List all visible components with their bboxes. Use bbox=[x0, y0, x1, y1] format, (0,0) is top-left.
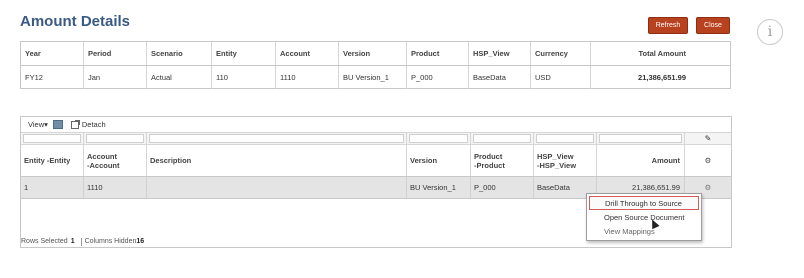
summary-col-account: Account bbox=[276, 42, 339, 65]
summary-col-period: Period bbox=[84, 42, 147, 65]
filter-hsp-view[interactable] bbox=[534, 133, 597, 144]
status-divider bbox=[80, 237, 82, 246]
summary-col-scenario: Scenario bbox=[147, 42, 212, 65]
col-entity[interactable]: Entity -Entity bbox=[21, 145, 84, 176]
summary-cell: P_000 bbox=[407, 66, 469, 89]
summary-col-total-amount: Total Amount bbox=[638, 49, 687, 58]
view-menu[interactable]: View▾ bbox=[28, 120, 48, 129]
summary-col-hsp-view: HSP_View bbox=[469, 42, 531, 65]
summary-cell: Jan bbox=[84, 66, 147, 89]
rows-selected-label: Rows Selected bbox=[21, 238, 68, 245]
summary-col-currency: Currency bbox=[531, 42, 591, 65]
summary-cell: Actual bbox=[147, 66, 212, 89]
close-button[interactable]: Close bbox=[696, 17, 730, 34]
col-account[interactable]: Account -Account bbox=[84, 145, 147, 176]
summary-col-version: Version bbox=[339, 42, 407, 65]
summary-total-amount: 21,386,651.99 bbox=[638, 73, 686, 82]
cell-description bbox=[147, 177, 407, 198]
summary-cell: FY12 bbox=[21, 66, 84, 89]
summary-table: Year Period Scenario Entity Account Vers… bbox=[20, 41, 731, 89]
view-label: View bbox=[28, 120, 45, 129]
summary-cell: USD bbox=[531, 66, 591, 89]
cell-account: 1110 bbox=[84, 177, 147, 198]
filter-amount[interactable] bbox=[597, 133, 685, 144]
summary-col-year: Year bbox=[21, 42, 84, 65]
cell-version: BU Version_1 bbox=[407, 177, 471, 198]
detach-icon[interactable] bbox=[70, 119, 80, 129]
refresh-button[interactable]: Refresh bbox=[648, 17, 688, 34]
summary-cell: BU Version_1 bbox=[339, 66, 407, 89]
edit-icon[interactable]: ✎ bbox=[685, 133, 731, 144]
grid-toolbar: View▾ Detach bbox=[21, 117, 731, 132]
summary-col-entity: Entity bbox=[212, 42, 276, 65]
cell-product: P_000 bbox=[471, 177, 534, 198]
summary-cell: BaseData bbox=[469, 66, 531, 89]
gear-icon[interactable]: ⚙ bbox=[685, 145, 731, 176]
menu-item-view-mappings[interactable]: View Mappings bbox=[589, 224, 699, 238]
freeze-icon[interactable] bbox=[52, 120, 63, 129]
col-description[interactable]: Description bbox=[147, 145, 407, 176]
summary-cell: 1110 bbox=[276, 66, 339, 89]
col-amount[interactable]: Amount bbox=[597, 145, 685, 176]
detach-button[interactable]: Detach bbox=[82, 120, 106, 129]
summary-header-row: Year Period Scenario Entity Account Vers… bbox=[21, 42, 730, 66]
col-version[interactable]: Version bbox=[407, 145, 471, 176]
filter-account[interactable] bbox=[84, 133, 147, 144]
summary-data-row: FY12 Jan Actual 110 1110 BU Version_1 P_… bbox=[21, 66, 730, 89]
filter-version[interactable] bbox=[407, 133, 471, 144]
page-title: Amount Details bbox=[20, 13, 131, 30]
filter-product[interactable] bbox=[471, 133, 534, 144]
grid-header-row: Entity -Entity Account -Account Descript… bbox=[21, 145, 731, 177]
filter-row: ✎ bbox=[21, 132, 731, 145]
col-product[interactable]: Product -Product bbox=[471, 145, 534, 176]
rows-selected-value: 1 bbox=[70, 238, 75, 245]
columns-hidden-value: 16 bbox=[136, 238, 145, 245]
col-hsp-view[interactable]: HSP_View -HSP_View bbox=[534, 145, 597, 176]
context-menu: Drill Through to Source Open Source Docu… bbox=[586, 193, 702, 241]
summary-col-product: Product bbox=[407, 42, 469, 65]
filter-description[interactable] bbox=[147, 133, 407, 144]
menu-item-drill-through[interactable]: Drill Through to Source bbox=[589, 196, 699, 210]
cell-entity: 1 bbox=[21, 177, 84, 198]
menu-item-open-source-document[interactable]: Open Source Document bbox=[589, 210, 699, 224]
summary-cell: 110 bbox=[212, 66, 276, 89]
filter-entity[interactable] bbox=[21, 133, 84, 144]
columns-hidden-label: Columns Hidden bbox=[84, 238, 137, 245]
info-icon[interactable]: i bbox=[757, 19, 783, 45]
